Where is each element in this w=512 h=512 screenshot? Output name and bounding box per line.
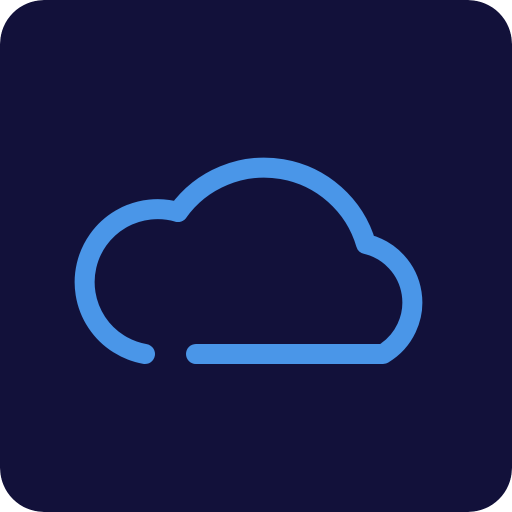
icon-background [0,0,512,512]
app-icon-svg [0,0,512,512]
app-icon [0,0,512,512]
